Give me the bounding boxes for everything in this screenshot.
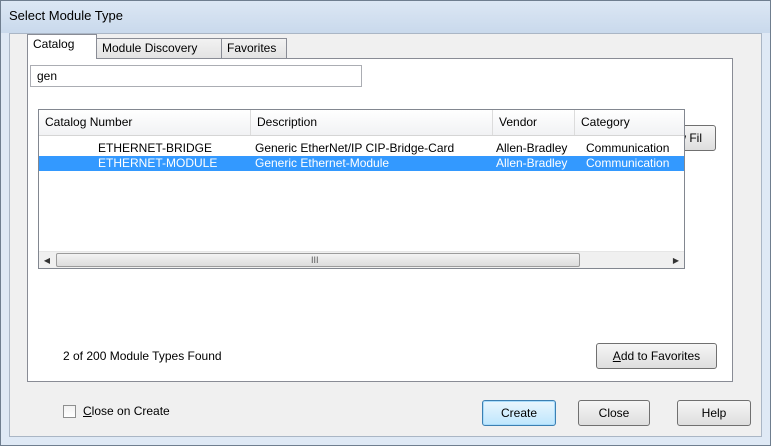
help-button[interactable]: Help [677,400,751,426]
list-header: Catalog Number Description Vendor Catego… [39,110,684,136]
title-bar[interactable]: Select Module Type [1,1,770,33]
scroll-left-icon[interactable]: ◀ [39,253,55,268]
grip-icon: III [311,255,319,265]
vendor-cell: Allen-Bradley [496,141,568,155]
close-button[interactable]: Close [578,400,650,426]
close-on-create-checkbox[interactable] [63,405,76,418]
vendor-cell: Allen-Bradley [496,156,568,170]
catalog-number-cell: ETHERNET-MODULE [98,156,218,170]
description-cell: Generic Ethernet-Module [255,156,390,170]
tab-favorites[interactable]: Favorites [221,38,287,58]
scrollbar-thumb[interactable]: III [56,253,580,267]
description-cell: Generic EtherNet/IP CIP-Bridge-Card [255,141,455,155]
column-header-vendor[interactable]: Vendor [493,110,575,135]
scroll-right-icon[interactable]: ▶ [668,253,684,268]
column-header-category[interactable]: Category [575,110,684,135]
category-cell: Communication [586,141,670,155]
add-to-favorites-button[interactable]: Add to Favorites [596,343,717,369]
select-module-type-dialog: Select Module Type Catalog Module Discov… [0,0,771,446]
close-on-create-label[interactable]: Close on Create [83,404,170,418]
category-cell: Communication [586,156,670,170]
table-row[interactable]: ETHERNET-BRIDGE Generic EtherNet/IP CIP-… [39,141,684,156]
modules-found-count: 2 of 200 Module Types Found [63,349,222,363]
catalog-number-cell: ETHERNET-BRIDGE [98,141,213,155]
tab-module-discovery[interactable]: Module Discovery [96,38,222,58]
create-button[interactable]: Create [482,400,556,426]
column-header-description[interactable]: Description [251,110,493,135]
search-input[interactable] [30,65,362,87]
column-header-catalog-number[interactable]: Catalog Number [39,110,251,135]
tab-catalog[interactable]: Catalog [27,34,97,59]
horizontal-scrollbar[interactable]: ◀ III ▶ [39,251,684,268]
module-type-list[interactable]: Catalog Number Description Vendor Catego… [38,109,685,269]
window-title: Select Module Type [9,8,123,23]
table-row-selected[interactable]: ETHERNET-MODULE Generic Ethernet-Module … [39,156,684,171]
